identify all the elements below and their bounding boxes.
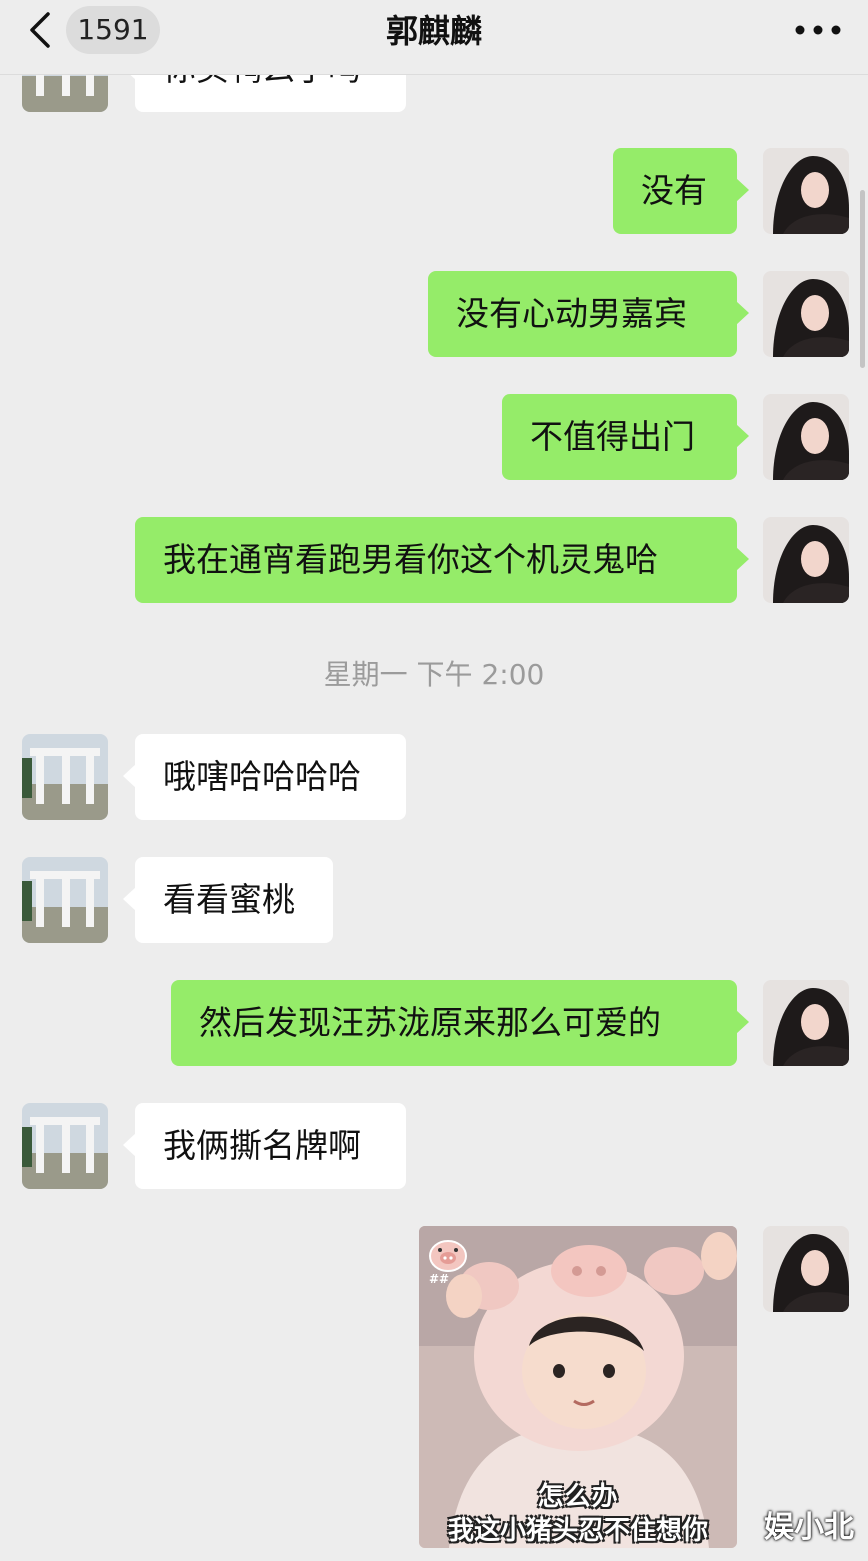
avatar-self[interactable] [763,980,849,1066]
chat-timestamp: 星期一 下午 2:00 [323,658,545,691]
message-text: 没有心动男嘉宾 [456,294,687,333]
message-text: 看看蜜桃 [163,880,295,919]
avatar-self[interactable] [763,517,849,603]
message-text: 我俩撕名牌啊 [163,1126,361,1165]
sticker-message[interactable]: ## 怎么办 我这小猪头忍不住想你 [419,1226,737,1548]
chat-title: 郭麒麟 [385,12,482,50]
chat-screen: 你买鸭么了吗 1591 郭麒麟 没有 没有心 [0,0,868,1561]
message-bubble-outgoing[interactable]: 然后发现汪苏泷原来那么可爱的 [171,980,749,1066]
message-bubble-incoming[interactable]: 哦嗐哈哈哈哈 [123,734,406,820]
message-bubble-outgoing[interactable]: 没有 [613,148,749,234]
avatar-self[interactable] [763,394,849,480]
scrollbar[interactable] [860,190,865,368]
sticker-badge-label: ## [429,1272,450,1286]
sticker-caption: 我这小猪头忍不住想你 [447,1516,708,1546]
avatar-contact[interactable] [22,1103,108,1189]
ellipsis-icon [795,25,841,35]
chat-header: 1591 郭麒麟 [0,0,868,75]
message-bubble-outgoing[interactable]: 我在通宵看跑男看你这个机灵鬼哈 [135,517,749,603]
avatar-contact[interactable] [22,857,108,943]
watermark: 娱小北 [764,1510,854,1545]
sticker-caption: 怎么办 [537,1482,619,1512]
avatar-self[interactable] [763,271,849,357]
message-text: 不值得出门 [530,417,695,456]
pig-icon [429,1240,467,1272]
message-text: 我在通宵看跑男看你这个机灵鬼哈 [163,540,658,579]
avatar-contact[interactable] [22,734,108,820]
message-bubble-outgoing[interactable]: 没有心动男嘉宾 [428,271,749,357]
message-text: 哦嗐哈哈哈哈 [163,757,361,796]
message-bubble-incoming[interactable]: 我俩撕名牌啊 [123,1103,406,1189]
message-text: 没有 [641,171,707,210]
message-bubble-incoming[interactable]: 看看蜜桃 [123,857,333,943]
avatar-self[interactable] [763,1226,849,1312]
message-text: 然后发现汪苏泷原来那么可爱的 [199,1003,661,1042]
avatar-self[interactable] [763,148,849,234]
message-bubble-outgoing[interactable]: 不值得出门 [502,394,749,480]
more-button[interactable] [794,16,842,44]
